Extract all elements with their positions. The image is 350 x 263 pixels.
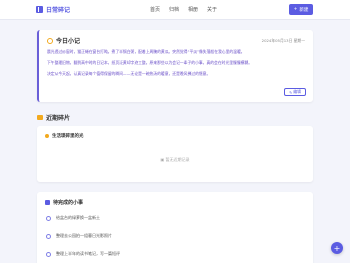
empty-image-icon: ▣ bbox=[160, 157, 165, 162]
journal-icon bbox=[36, 6, 43, 13]
bullet-icon bbox=[45, 134, 49, 138]
fragments-title: 近期碎片 bbox=[46, 115, 71, 122]
fragments-card: 生活琐碎里的光 ▣ 暂无近期记录 bbox=[37, 126, 313, 182]
today-note-body: 晨光透过纱窗时，猫正蜷在窗台打盹。煮了半锅白粥，配着上周腌的黄瓜。突然觉得“平淡… bbox=[47, 49, 305, 82]
new-entry-label: 新建 bbox=[299, 7, 309, 13]
today-paragraph: 决定从今天起，认真记录每个值得保留的瞬间——无论是一碗热汤的暖意，还是晚风拂过的… bbox=[47, 71, 211, 76]
pencil-icon: ✎ bbox=[289, 89, 293, 95]
app-logo[interactable]: 日常碎记 bbox=[36, 5, 70, 14]
todo-checkbox[interactable] bbox=[46, 233, 51, 239]
floating-add-button[interactable]: + bbox=[331, 242, 343, 254]
app-title: 日常碎记 bbox=[46, 7, 71, 14]
todo-card: 待完成的小事 给盆台的绿萝换一盆新土 整理去公园拍一组暮日光影照片 整理上半年的… bbox=[37, 192, 313, 263]
nav-item-about[interactable]: 关于 bbox=[207, 6, 217, 13]
today-note-heading: 今日小记 bbox=[47, 36, 80, 45]
image-icon bbox=[37, 115, 43, 120]
top-navbar: 日常碎记 首页 归档 相册 关于 + 新建 bbox=[0, 0, 350, 20]
today-note-date: 2024年05月13日 星期一 bbox=[261, 38, 305, 43]
today-note-card: 今日小记 2024年05月13日 星期一 晨光透过纱窗时，猫正蜷在窗台打盹。煮了… bbox=[37, 30, 313, 102]
nav-item-album[interactable]: 相册 bbox=[188, 6, 198, 13]
empty-state-text: 暂无近期记录 bbox=[165, 157, 190, 162]
fragments-subhead: 生活琐碎里的光 bbox=[45, 133, 84, 139]
plus-icon: + bbox=[293, 7, 298, 12]
todo-item-text: 给盆台的绿萝换一盆新土 bbox=[56, 215, 100, 220]
todo-item[interactable]: 给盆台的绿萝换一盆新土 bbox=[46, 215, 301, 221]
todo-item-text: 整理上半年的读书笔记，写一篇短评 bbox=[56, 251, 120, 256]
fragments-subhead-text: 生活琐碎里的光 bbox=[52, 134, 84, 139]
today-paragraph: 下午整理旧物，翻到高中时的日记本，纸页泛黄却字迹工整。原来那些以为会记一辈子的小… bbox=[47, 60, 253, 65]
empty-state: ▣ 暂无近期记录 bbox=[37, 157, 313, 163]
checkbox-icon bbox=[45, 200, 50, 205]
nav-item-archive[interactable]: 归档 bbox=[169, 6, 179, 13]
sun-icon bbox=[47, 37, 53, 44]
todo-title: 待完成的小事 bbox=[53, 200, 84, 206]
main-nav: 首页 归档 相册 关于 bbox=[150, 6, 217, 13]
todo-list: 给盆台的绿萝换一盆新土 整理去公园拍一组暮日光影照片 整理上半年的读书笔记，写一… bbox=[46, 215, 301, 263]
todo-checkbox[interactable] bbox=[46, 215, 51, 221]
edit-button[interactable]: ✎ 编辑 bbox=[284, 88, 306, 96]
today-note-title: 今日小记 bbox=[56, 38, 81, 45]
todo-item[interactable]: 整理上半年的读书笔记，写一篇短评 bbox=[46, 251, 301, 257]
todo-checkbox[interactable] bbox=[46, 251, 51, 257]
nav-item-home[interactable]: 首页 bbox=[150, 6, 160, 13]
fragments-section-title: 近期碎片 bbox=[37, 113, 70, 122]
todo-item[interactable]: 整理去公园拍一组暮日光影照片 bbox=[46, 233, 301, 239]
new-entry-button[interactable]: + 新建 bbox=[289, 4, 313, 15]
today-paragraph: 晨光透过纱窗时，猫正蜷在窗台打盹。煮了半锅白粥，配着上周腌的黄瓜。突然觉得“平淡… bbox=[47, 49, 245, 54]
edit-label: 编辑 bbox=[293, 89, 301, 94]
todo-heading: 待完成的小事 bbox=[45, 199, 83, 206]
todo-item-text: 整理去公园拍一组暮日光影照片 bbox=[56, 233, 112, 238]
